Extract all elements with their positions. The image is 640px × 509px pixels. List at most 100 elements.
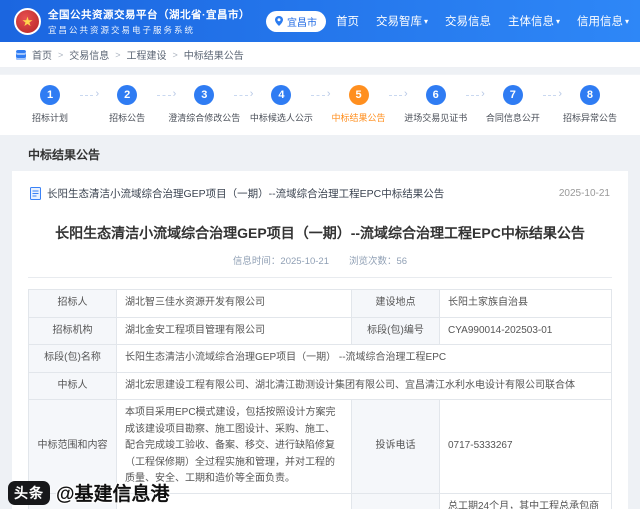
- nav-trade-info-label: 交易信息: [445, 16, 492, 28]
- step-number: 3: [194, 85, 215, 105]
- step-bid-plan[interactable]: 1 招标计划: [22, 85, 78, 124]
- document-icon: [30, 187, 41, 200]
- nav-entity-info[interactable]: 主体信息 ▾: [508, 13, 560, 29]
- announcement-list-item: 长阳生态清洁小流域综合治理GEP项目（一期）--流域综合治理工程EPC中标结果公…: [28, 179, 612, 210]
- info-time: 信息时间：2025-10-21: [232, 256, 330, 268]
- caret-down-icon: ▾: [424, 17, 429, 26]
- row-value: 长阳土家族自治县: [439, 289, 612, 318]
- step-entry-certificate[interactable]: 6 进场交易见证书: [404, 85, 467, 124]
- row-label: 建设地点: [351, 289, 440, 318]
- nav-trade-library[interactable]: 交易智库 ▾: [376, 13, 428, 29]
- connector-line: [80, 94, 94, 96]
- table-row: 招标人 湖北智三佳水资源开发有限公司 建设地点 长阳土家族自治县: [28, 289, 612, 318]
- connector-line: [311, 94, 325, 96]
- step-number: 2: [117, 85, 138, 105]
- connector-line: [157, 94, 171, 96]
- row-value: 0717-5333267: [439, 399, 612, 494]
- nav-trade-library-label: 交易智库: [376, 16, 422, 28]
- row-label: 招标人: [28, 289, 117, 318]
- step-number: 7: [502, 85, 523, 105]
- nav-home-label: 首页: [336, 16, 359, 28]
- connector-line: [465, 94, 480, 96]
- city-selector[interactable]: 宜昌市: [266, 10, 326, 32]
- step-label: 中标结果公告: [331, 113, 386, 123]
- nav-home[interactable]: 首页: [336, 13, 359, 29]
- row-label: 投诉电话: [351, 399, 440, 494]
- announcement-link[interactable]: 长阳生态清洁小流域综合治理GEP项目（一期）--流域综合治理工程EPC中标结果公…: [47, 186, 444, 201]
- step-label: 招标异常公告: [562, 113, 617, 123]
- row-label: 中标人: [28, 371, 117, 401]
- toutiao-logo-icon: 头条: [8, 480, 50, 505]
- table-row: 招标机构 湖北金安工程项目管理有限公司 标段(包)编号 CYA990014-20…: [28, 316, 612, 346]
- announcement-date: 2025-10-21: [558, 188, 610, 199]
- step-label: 中标候选人公示: [249, 113, 313, 123]
- step-connector: ›: [464, 85, 485, 105]
- top-nav: 首页 交易智库 ▾ 交易信息 主体信息 ▾ 信用信息 ▾: [336, 13, 629, 29]
- step-abnormal-notice[interactable]: 8 招标异常公告: [562, 85, 618, 124]
- row-value: 湖北智三佳水资源开发有限公司: [116, 289, 352, 318]
- result-table: 招标人 湖北智三佳水资源开发有限公司 建设地点 长阳土家族自治县 招标机构 湖北…: [28, 289, 612, 509]
- process-stepper: 1 招标计划 › 2 招标公告 › 3 澄清综合修改公告 › 4 中标候选人公示…: [0, 74, 640, 135]
- connector-line: [234, 94, 248, 96]
- system-title: 宜昌公共资源交易电子服务系统: [48, 24, 196, 35]
- city-name: 宜昌市: [287, 17, 317, 29]
- crumb-current[interactable]: 中标结果公告: [184, 47, 244, 62]
- article-title: 长阳生态清洁小流域综合治理GEP项目（一期）--流域综合治理工程EPC中标结果公…: [55, 225, 585, 241]
- step-connector: ›: [155, 85, 176, 105]
- step-number: 6: [425, 85, 446, 105]
- brand-home-link[interactable]: ★ 全国公共资源交易平台（湖北省·宜昌市） 宜昌公共资源交易电子服务系统: [14, 7, 250, 36]
- row-label: 标段(包)编号: [351, 316, 440, 346]
- menu-grid-icon: [16, 49, 26, 60]
- crumb-trade-info[interactable]: 交易信息: [69, 47, 109, 62]
- step-number: 5: [348, 85, 369, 105]
- step-connector: ›: [78, 85, 99, 105]
- step-label: 招标公告: [109, 113, 146, 123]
- step-result-announcement[interactable]: 5 中标结果公告: [331, 85, 387, 124]
- content-card: 长阳生态清洁小流域综合治理GEP项目（一期）--流域综合治理工程EPC中标结果公…: [12, 171, 628, 509]
- step-label: 招标计划: [31, 113, 68, 123]
- row-value: 长阳生态清洁小流域综合治理GEP项目（一期） --流域综合治理工程EPC: [116, 344, 612, 373]
- step-connector: ›: [387, 85, 408, 105]
- watermark: 头条 @基建信息港: [8, 479, 170, 506]
- platform-logo-icon: ★: [14, 7, 41, 35]
- view-count: 浏览次数：56: [349, 256, 408, 268]
- breadcrumb-separator: >: [115, 49, 121, 60]
- step-candidate-publicity[interactable]: 4 中标候选人公示: [250, 85, 313, 124]
- nav-entity-info-label: 主体信息: [508, 16, 555, 28]
- breadcrumb-separator: >: [172, 49, 178, 60]
- row-value: 湖北金安工程项目管理有限公司: [116, 316, 352, 346]
- platform-title: 全国公共资源交易平台（湖北省·宜昌市）: [48, 8, 250, 21]
- page: ★ 全国公共资源交易平台（湖北省·宜昌市） 宜昌公共资源交易电子服务系统 宜昌市…: [0, 0, 640, 509]
- row-label: 标段(包)名称: [28, 344, 117, 373]
- row-label: 招标机构: [28, 316, 117, 346]
- step-connector: ›: [309, 85, 331, 105]
- step-bid-notice[interactable]: 2 招标公告: [99, 85, 155, 124]
- crumb-home[interactable]: 首页: [32, 47, 52, 62]
- breadcrumb: 首页 > 交易信息 > 工程建设 > 中标结果公告: [0, 42, 640, 68]
- top-header: ★ 全国公共资源交易平台（湖北省·宜昌市） 宜昌公共资源交易电子服务系统 宜昌市…: [0, 0, 640, 42]
- row-value: CYA990014-202503-01: [439, 316, 612, 346]
- table-row: 中标人 湖北宏思建设工程有限公司、湖北清江勘测设计集团有限公司、宜昌清江水利水电…: [28, 371, 612, 401]
- watermark-handle: @基建信息港: [56, 484, 170, 505]
- nav-credit-info[interactable]: 信用信息 ▾: [577, 13, 629, 29]
- step-contract-disclosure[interactable]: 7 合同信息公开: [485, 85, 541, 124]
- nav-credit-info-label: 信用信息: [577, 16, 624, 28]
- nav-trade-info[interactable]: 交易信息: [445, 13, 491, 29]
- star-icon: ★: [21, 13, 34, 29]
- row-value: 湖北宏思建设工程有限公司、湖北清江勘测设计集团有限公司、宜昌清江水利水电设计有限…: [116, 371, 612, 401]
- step-number: 8: [579, 85, 600, 105]
- crumb-engineering[interactable]: 工程建设: [127, 47, 167, 62]
- table-row: 标段(包)名称 长阳生态清洁小流域综合治理GEP项目（一期） --流域综合治理工…: [28, 344, 612, 373]
- caret-down-icon: ▾: [625, 17, 630, 26]
- divider: [28, 277, 612, 279]
- step-connector: ›: [541, 85, 562, 105]
- breadcrumb-separator: >: [58, 49, 64, 60]
- step-number: 1: [40, 85, 60, 105]
- step-clarification[interactable]: 3 澄清综合修改公告: [168, 85, 240, 124]
- row-value: 总工期24个月，其中工程总承包商需在合同签订后30天内完成施工图设计并通过审查。: [439, 492, 612, 509]
- step-label: 进场交易见证书: [404, 113, 468, 123]
- step-label: 合同信息公开: [485, 113, 540, 123]
- step-connector: ›: [232, 85, 253, 105]
- connector-line: [388, 94, 403, 96]
- location-pin-icon: [275, 16, 283, 26]
